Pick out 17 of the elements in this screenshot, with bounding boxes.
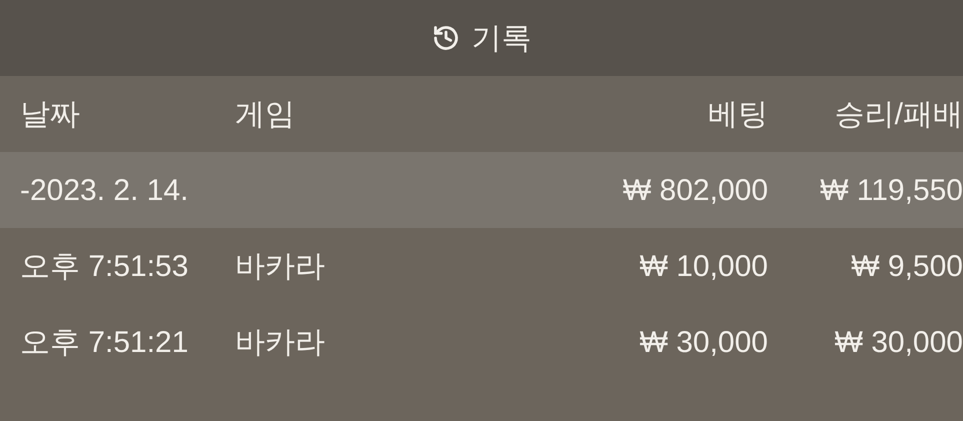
result-cell-text: ₩ 9,500 [851, 248, 963, 284]
panel-title: 기록 [472, 20, 532, 56]
column-header: 베팅 [708, 96, 768, 132]
history-icon [432, 24, 460, 52]
game-cell-text: 바카라 [235, 324, 326, 360]
column-header: 날짜 [19, 96, 81, 132]
column-header: 게임 [235, 96, 296, 132]
bet-cell-text: ₩ 30,000 [640, 324, 768, 360]
bet-cell-text: ₩ 10,000 [640, 248, 768, 284]
date-cell-text: -2023. 2. 14. [19, 172, 190, 208]
total-bet-cell-text: ₩ 802,000 [622, 172, 768, 208]
column-header: 승리/패배 [834, 96, 963, 132]
game-cell-text: 바카라 [235, 248, 326, 284]
total-result-cell-text: ₩ 119,550 [820, 172, 963, 208]
time-cell-text: 오후 7:51:53 [19, 248, 190, 284]
result-cell-text: ₩ 30,000 [834, 324, 963, 360]
time-cell-text: 오후 7:51:21 [19, 324, 190, 360]
